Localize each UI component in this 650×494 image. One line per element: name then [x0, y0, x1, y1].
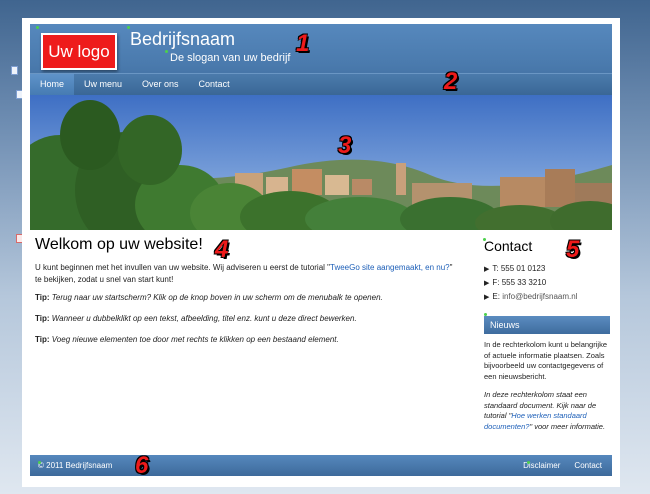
nav-item-home[interactable]: Home: [30, 74, 75, 95]
annotation-number: 2: [444, 68, 458, 95]
nav-item-over-ons[interactable]: Over ons: [132, 74, 189, 95]
intro-text[interactable]: U kunt beginnen met het invullen van uw …: [35, 262, 455, 286]
header-image[interactable]: [30, 95, 612, 230]
document-icon[interactable]: [11, 66, 18, 75]
nav-item-uw-menu[interactable]: Uw menu: [74, 74, 132, 95]
annotation-number: 1: [296, 30, 310, 57]
slogan[interactable]: De slogan van uw bedrijf: [170, 52, 290, 64]
element-marker: [38, 461, 41, 464]
standard-document-note[interactable]: In deze rechterkolom staat een standaard…: [484, 390, 614, 432]
tip-2[interactable]: Tip: Wanneer u dubbelklikt op een tekst,…: [35, 313, 455, 325]
tip-1[interactable]: Tip: Terug naar uw startscherm? Klik op …: [35, 292, 455, 304]
tutorial-link[interactable]: TweeGo site aangemaakt, en nu?: [330, 263, 450, 272]
annotation-number: 3: [338, 132, 352, 159]
element-marker: [127, 26, 130, 29]
site-footer[interactable]: © 2011 Bedrijfsnaam Disclaimer Contact: [30, 455, 612, 476]
logo[interactable]: Uw logo: [41, 33, 117, 70]
email-link[interactable]: info@bedrijfsnaam.nl: [502, 292, 577, 301]
landscape-image: [30, 95, 612, 230]
annotation-number: 4: [215, 236, 229, 263]
contact-title[interactable]: Contact: [484, 238, 614, 254]
company-name[interactable]: Bedrijfsnaam: [130, 29, 235, 50]
phone-line[interactable]: ▶ T: 555 01 0123: [484, 262, 614, 276]
sidebar[interactable]: Contact ▶ T: 555 01 0123 ▶ F: 555 33 3210 …: [484, 238, 614, 432]
element-marker: [483, 238, 486, 241]
fax-line[interactable]: ▶ F: 555 33 3210: [484, 276, 614, 290]
arrow-icon: ▶: [484, 294, 490, 301]
annotation-number: 5: [566, 236, 580, 263]
copyright[interactable]: © 2011 Bedrijfsnaam: [38, 461, 112, 470]
footer-links: Disclaimer Contact: [523, 461, 602, 470]
annotation-number: 6: [135, 452, 149, 479]
email-line[interactable]: ▶ E: info@bedrijfsnaam.nl: [484, 290, 614, 304]
arrow-icon: ▶: [484, 280, 490, 287]
element-marker: [484, 313, 487, 316]
element-marker: [165, 50, 168, 53]
arrow-icon: ▶: [484, 266, 490, 273]
tip-3[interactable]: Tip: Voeg nieuwe elementen toe door met …: [35, 334, 455, 346]
main-content[interactable]: Welkom op uw website! U kunt beginnen me…: [35, 236, 455, 355]
news-text[interactable]: In de rechterkolom kunt u belangrijke of…: [484, 340, 614, 382]
page-title[interactable]: Welkom op uw website!: [35, 236, 455, 254]
news-heading[interactable]: Nieuws: [484, 316, 610, 334]
element-marker: [527, 461, 530, 464]
page-container: Uw logo Bedrijfsnaam De slogan van uw be…: [22, 18, 620, 487]
element-marker: [36, 26, 39, 29]
nav-item-contact[interactable]: Contact: [189, 74, 240, 95]
main-menu: Home Uw menu Over ons Contact: [30, 73, 612, 95]
footer-contact-link[interactable]: Contact: [574, 461, 602, 470]
